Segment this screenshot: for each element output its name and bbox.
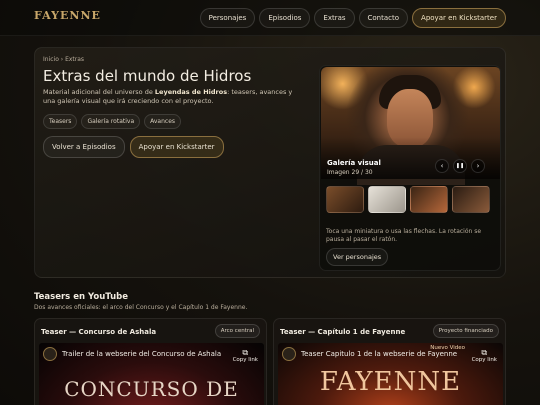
tag-teasers[interactable]: Teasers <box>43 114 78 129</box>
gallery-thumbnails <box>326 186 490 213</box>
brand-name: FAYENNE <box>34 9 101 22</box>
tag-list: Teasers Galería rotativa Avances <box>43 114 182 129</box>
gallery-counter: Imagen 29 / 30 <box>327 169 373 176</box>
teaser-heading: Teaser — Capítulo 1 de Fayenne <box>280 328 406 336</box>
teaser-card-ashala: Teaser — Concurso de Ashala Arco central… <box>34 318 267 405</box>
nav-item-episodios[interactable]: Episodios <box>259 8 311 28</box>
tag-galeria[interactable]: Galería rotativa <box>81 114 141 129</box>
nav-item-contacto[interactable]: Contacto <box>358 8 409 28</box>
gallery-title: Galería visual <box>327 159 381 167</box>
view-characters-button[interactable]: Ver personajes <box>326 248 389 266</box>
main-nav: Personajes Episodios Extras Contacto Apo… <box>199 8 506 28</box>
page-description: Material adicional del universo de Leyen… <box>43 88 303 106</box>
gallery-main-image[interactable]: Galería visual Imagen 29 / 30 ‹ ❚❚ › <box>321 67 500 185</box>
video-thumbnail-text: FAYENNE <box>319 367 462 397</box>
description-text: Material adicional del universo de <box>43 88 155 96</box>
nav-item-extras[interactable]: Extras <box>314 8 355 28</box>
channel-avatar[interactable] <box>282 347 296 361</box>
copy-link-button[interactable]: ⧉ Copy link <box>233 348 258 363</box>
pause-icon[interactable]: ❚❚ <box>453 159 467 173</box>
support-kickstarter-button[interactable]: Apoyar en Kickstarter <box>129 136 224 158</box>
copy-icon: ⧉ <box>242 348 249 357</box>
teaser-badge: Proyecto financiado <box>432 324 499 338</box>
hero-actions: Volver a Episodios Apoyar en Kickstarter <box>43 136 224 158</box>
video-title[interactable]: Teaser Capitulo 1 de la webserie de Faye… <box>301 350 457 358</box>
thumbnail[interactable] <box>326 186 364 213</box>
video-player[interactable]: Trailer de la webserie del Concurso de A… <box>39 343 264 405</box>
copy-icon: ⧉ <box>481 348 488 357</box>
hero-panel: Inicio › Extras Extras del mundo de Hidr… <box>34 47 506 278</box>
thumbnail[interactable] <box>368 186 406 213</box>
back-to-episodes-button[interactable]: Volver a Episodios <box>43 136 125 158</box>
prev-icon[interactable]: ‹ <box>435 159 449 173</box>
teaser-heading: Teaser — Concurso de Ashala <box>41 328 157 336</box>
teasers-title: Teasers en YouTube <box>34 292 129 302</box>
tag-avances[interactable]: Avances <box>144 114 182 129</box>
next-icon[interactable]: › <box>471 159 485 173</box>
gallery-card: Galería visual Imagen 29 / 30 ‹ ❚❚ › Toc… <box>319 65 501 271</box>
gallery-controls: ‹ ❚❚ › <box>435 159 485 173</box>
teaser-badge: Arco central <box>214 324 260 338</box>
breadcrumb: Inicio › Extras <box>43 56 85 63</box>
page-title: Extras del mundo de Hidros <box>43 67 252 85</box>
gallery-note: Toca una miniatura o usa las flechas. La… <box>326 228 482 243</box>
brand-logo[interactable]: FAYENNE <box>34 9 101 22</box>
description-highlight: Leyendas de Hidros <box>154 88 228 96</box>
thumbnail[interactable] <box>452 186 490 213</box>
channel-avatar[interactable] <box>43 347 57 361</box>
video-title[interactable]: Trailer de la webserie del Concurso de A… <box>62 350 221 358</box>
copy-link-label: Copy link <box>232 357 258 363</box>
thumbnail[interactable] <box>410 186 448 213</box>
nav-kickstarter-button[interactable]: Apoyar en Kickstarter <box>412 8 506 28</box>
teaser-card-fayenne: Teaser — Capítulo 1 de Fayenne Proyecto … <box>273 318 506 405</box>
video-thumbnail-text: CONCURSO DE <box>64 377 239 401</box>
video-player[interactable]: Teaser Capitulo 1 de la webserie de Faye… <box>278 343 503 405</box>
copy-link-button[interactable]: ⧉ Copy link <box>472 348 497 363</box>
new-video-label: Nuevo Video <box>430 345 465 351</box>
top-bar: FAYENNE Personajes Episodios Extras Cont… <box>0 0 540 36</box>
teasers-subtitle: Dos avances oficiales: el arco del Concu… <box>34 304 248 311</box>
nav-item-personajes[interactable]: Personajes <box>199 8 256 28</box>
copy-link-label: Copy link <box>471 357 497 363</box>
